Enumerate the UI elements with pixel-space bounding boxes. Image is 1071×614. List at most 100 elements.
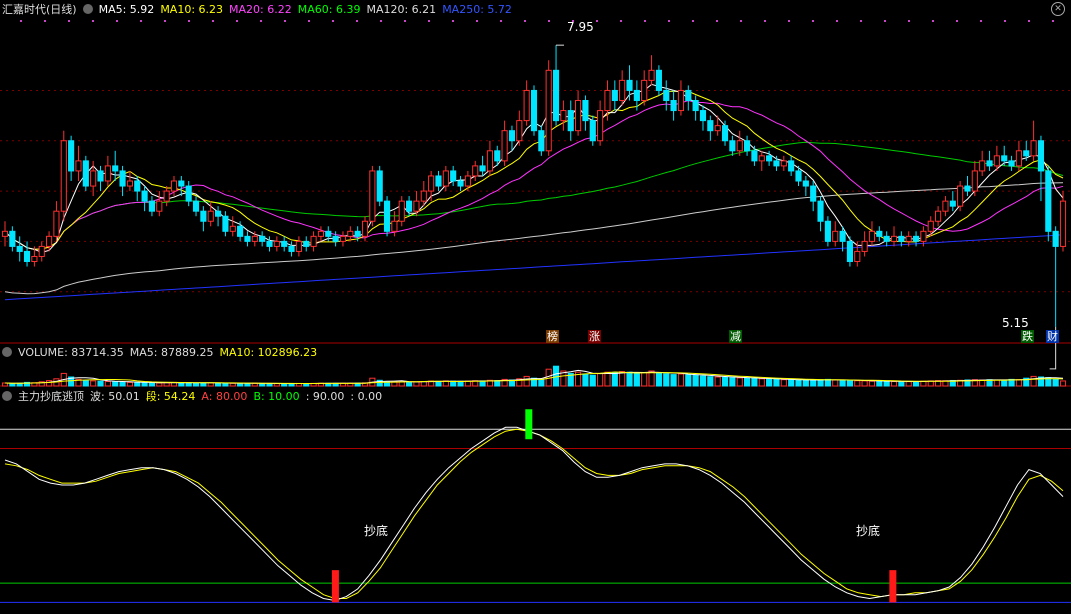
volume-bar <box>46 380 53 387</box>
event-tag-cai[interactable]: 财 <box>1046 330 1059 343</box>
candle-body <box>582 100 589 122</box>
volume-bar <box>677 373 685 387</box>
candle-body <box>927 220 934 232</box>
top-marker-dot <box>548 20 550 22</box>
candle-body <box>692 100 699 112</box>
candle-body <box>479 165 486 172</box>
candle-body <box>406 200 413 212</box>
event-tag-zhang[interactable]: 涨 <box>588 330 601 343</box>
candle-body <box>597 110 604 142</box>
volume-bar <box>82 380 89 387</box>
volume-bar <box>854 380 861 387</box>
top-marker-dot <box>716 20 718 22</box>
volume-bar <box>773 378 780 387</box>
volume-bar <box>802 379 809 387</box>
volume-bar <box>148 382 156 387</box>
candle-body <box>1059 200 1067 247</box>
volume-bar <box>912 381 920 387</box>
indicator-wave: 波: 50.01 <box>90 390 140 403</box>
top-marker-dot <box>20 20 22 22</box>
volume-bar <box>655 372 662 387</box>
volume-bar <box>699 375 707 387</box>
candle-body <box>163 190 170 202</box>
candle-body <box>751 150 758 162</box>
event-tag-die[interactable]: 跌 <box>1021 330 1034 343</box>
candle-body <box>60 140 67 212</box>
candle-body <box>942 200 949 212</box>
volume-bar <box>229 382 236 387</box>
candle-body <box>626 79 633 91</box>
candle-body <box>1037 140 1045 172</box>
candle-body <box>1030 140 1037 157</box>
volume-bar <box>1030 375 1037 387</box>
candle-body <box>229 225 236 232</box>
candle-body <box>273 240 280 247</box>
indicator-name: 主力抄底逃顶 <box>18 390 84 403</box>
candle-body <box>729 140 736 152</box>
top-marker-dot <box>1028 20 1030 22</box>
indicator-a: A: 80.00 <box>201 390 248 403</box>
volume-bar <box>663 373 670 387</box>
volume-bar <box>237 382 244 387</box>
candle-body <box>986 160 993 167</box>
volume-bar <box>810 379 817 387</box>
ma-legend-item: MA10: 6.23 <box>160 3 224 16</box>
volume-bar <box>905 381 912 387</box>
candle-body <box>266 240 273 247</box>
volume-bar <box>1015 379 1022 387</box>
top-marker-dot <box>260 20 262 22</box>
volume-bar <box>839 379 846 387</box>
top-marker-dot <box>908 20 910 22</box>
top-marker-dot <box>164 20 166 22</box>
top-marker-dot <box>932 20 934 22</box>
candle-body <box>898 235 905 242</box>
candle-body <box>912 235 920 242</box>
candle-body <box>714 125 721 132</box>
candle-body <box>251 235 258 242</box>
candle-body <box>310 235 317 247</box>
candle-body <box>259 235 266 242</box>
indicator-settings-icon[interactable] <box>2 391 12 401</box>
settings-dropdown-icon[interactable] <box>82 4 93 14</box>
candle-body <box>619 79 626 101</box>
candle-body <box>935 210 942 222</box>
volume-settings-icon[interactable] <box>2 347 12 357</box>
volume-bar <box>795 379 802 387</box>
candle-body <box>802 180 809 187</box>
volume-ma5: MA5: 87889.25 <box>129 346 214 359</box>
candle-body <box>303 240 310 247</box>
candle-body <box>795 170 802 182</box>
candle-body <box>560 110 567 122</box>
volume-bar <box>993 379 1000 387</box>
candle-body <box>354 230 361 237</box>
candle-body <box>295 240 302 252</box>
bottom-signal-label-1: 抄底 <box>364 524 389 538</box>
indicator-seg: 段: 54.24 <box>145 390 196 403</box>
candle-body <box>905 235 912 242</box>
candle-body <box>325 230 332 237</box>
candle-body <box>633 89 640 101</box>
event-tag-bang[interactable]: 榜 <box>546 330 559 343</box>
stock-title: 汇嘉时代(日线) <box>2 3 77 16</box>
volume-bar <box>743 377 751 387</box>
close-icon[interactable]: ✕ <box>1051 2 1065 16</box>
indicator-panel-header: 主力抄底逃顶 波: 50.01 段: 54.24 A: 80.00 B: 10.00: … <box>2 389 388 405</box>
event-tag-jian[interactable]: 减 <box>729 330 742 343</box>
volume-bar <box>714 376 721 387</box>
volume-panel-header: VOLUME: 83714.35 MA5: 87889.25 MA10: 10289… <box>2 345 323 361</box>
volume-bar <box>846 380 854 387</box>
top-marker-dot <box>692 20 694 22</box>
candle-body <box>971 170 978 192</box>
volume-bar <box>883 380 890 387</box>
candle-body <box>472 165 479 177</box>
candle-body <box>552 69 560 122</box>
low-price-label: 5.15 <box>1002 316 1029 330</box>
candle-body <box>398 200 405 222</box>
candle-body <box>758 155 765 162</box>
candle-body <box>494 150 501 162</box>
candle-body <box>134 180 141 192</box>
top-marker-dot <box>980 20 982 22</box>
bottom-signal-bar <box>889 570 897 603</box>
top-marker-dot <box>500 20 502 22</box>
top-marker-dot <box>668 20 670 22</box>
